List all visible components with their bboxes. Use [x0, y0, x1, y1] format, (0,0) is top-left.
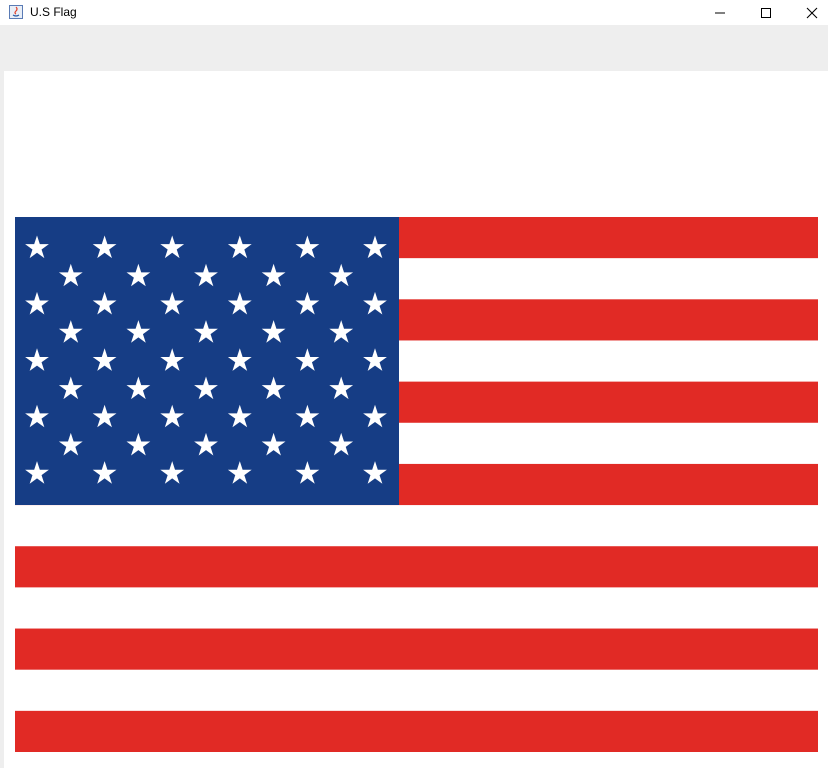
close-button[interactable] [789, 0, 828, 25]
us-flag [15, 217, 818, 752]
white-stripe [15, 587, 818, 630]
white-stripe [15, 505, 818, 547]
maximize-button[interactable] [743, 0, 789, 25]
minimize-button[interactable] [697, 0, 743, 25]
close-icon [806, 7, 818, 19]
red-stripe [15, 710, 818, 752]
minimize-icon [714, 7, 726, 19]
empty-toolbar-area [0, 25, 828, 71]
red-stripe [15, 628, 818, 671]
window-title: U.S Flag [30, 5, 77, 19]
title-bar: U.S Flag [0, 0, 828, 25]
java-app-icon [8, 4, 24, 20]
blue-canton [15, 217, 399, 505]
red-stripe [15, 546, 818, 588]
white-stripe [15, 669, 818, 712]
maximize-icon [760, 7, 772, 19]
